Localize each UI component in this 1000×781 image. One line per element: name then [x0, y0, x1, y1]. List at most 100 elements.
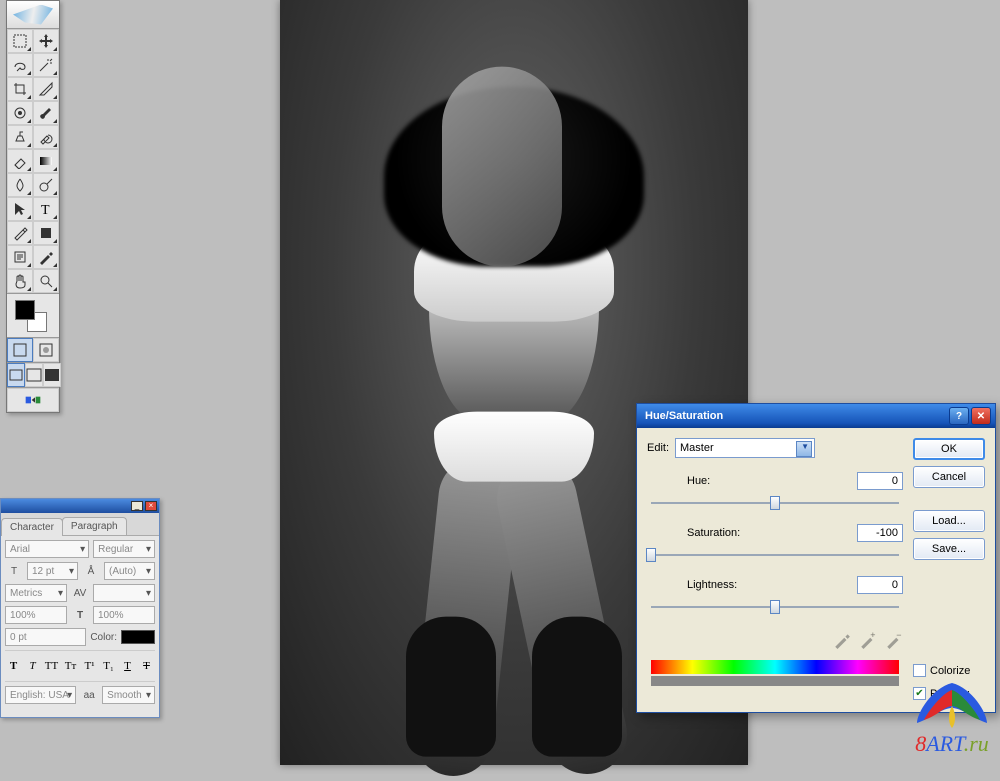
canvas-figure [364, 56, 664, 736]
faux-italic-button[interactable]: T [24, 657, 41, 675]
text-color-well[interactable] [121, 630, 155, 644]
character-titlebar[interactable]: _ × [1, 499, 159, 513]
color-swatches[interactable] [7, 293, 59, 337]
close-button[interactable]: × [145, 501, 157, 511]
dialog-close-button[interactable]: ✕ [971, 407, 991, 425]
pen-tool[interactable] [7, 221, 33, 245]
svg-text:T: T [41, 203, 50, 217]
standard-mode-button[interactable] [7, 338, 33, 362]
baseline-field[interactable]: 0 pt [5, 628, 86, 646]
save-button[interactable]: Save... [913, 538, 985, 560]
leading-icon: Å [82, 562, 100, 580]
jump-imageready-button[interactable] [7, 388, 59, 412]
hand-tool[interactable] [7, 269, 33, 293]
screenmode-full-menus-button[interactable] [25, 363, 43, 387]
font-family-select[interactable]: Arial [5, 540, 89, 558]
gradient-tool[interactable] [33, 149, 59, 173]
lightness-label: Lightness: [687, 579, 777, 591]
magic-wand-tool[interactable] [33, 53, 59, 77]
hscale-icon: T [71, 606, 89, 624]
app-feather-icon [13, 5, 53, 25]
tools-header[interactable] [7, 1, 59, 29]
shape-tool[interactable] [33, 221, 59, 245]
dodge-tool[interactable] [33, 173, 59, 197]
blur-tool[interactable] [7, 173, 33, 197]
language-select[interactable]: English: USA [5, 686, 76, 704]
minimize-button[interactable]: _ [131, 501, 143, 511]
move-tool[interactable] [33, 29, 59, 53]
tab-character[interactable]: Character [1, 518, 63, 536]
svg-text:−: − [896, 631, 901, 640]
character-panel: _ × Character Paragraph Arial Regular T … [0, 498, 160, 718]
aa-icon: aa [80, 686, 98, 704]
watermark-bird-icon [912, 678, 992, 728]
lightness-slider[interactable] [651, 598, 899, 616]
tools-palette: T [6, 0, 60, 413]
font-size-field[interactable]: 12 pt [27, 562, 78, 580]
allcaps-button[interactable]: TT [43, 657, 60, 675]
tracking-icon: AV [71, 584, 89, 602]
hscale-field[interactable]: 100% [93, 606, 155, 624]
watermark-text-1: 8 [915, 731, 926, 756]
color-label: Color: [90, 632, 117, 643]
lightness-input[interactable] [857, 576, 903, 594]
font-style-select[interactable]: Regular [93, 540, 155, 558]
quickmask-mode-button[interactable] [33, 338, 59, 362]
saturation-input[interactable] [857, 524, 903, 542]
colorize-label: Colorize [930, 665, 970, 677]
colorize-checkbox[interactable] [913, 664, 926, 677]
brush-tool[interactable] [33, 101, 59, 125]
watermark-text-3: .ru [964, 731, 989, 756]
dialog-title: Hue/Saturation [645, 410, 723, 422]
dialog-titlebar[interactable]: Hue/Saturation ? ✕ [637, 404, 995, 428]
watermark: 8ART.ru [912, 678, 992, 757]
type-tool[interactable]: T [33, 197, 59, 221]
eyedropper-minus-icon[interactable]: − [885, 631, 903, 649]
hue-slider[interactable] [651, 494, 899, 512]
strike-button[interactable]: T [138, 657, 155, 675]
marquee-rect-tool[interactable] [7, 29, 33, 53]
spectrum-strip-top [651, 660, 899, 674]
subscript-button[interactable]: T₁ [100, 657, 117, 675]
hue-input[interactable] [857, 472, 903, 490]
eyedropper-icon[interactable] [833, 631, 851, 649]
hue-saturation-dialog: Hue/Saturation ? ✕ Edit: Master Hue: [636, 403, 996, 713]
vscale-field[interactable]: 100% [5, 606, 67, 624]
spectrum-strip-bottom [651, 676, 899, 686]
superscript-button[interactable]: T¹ [81, 657, 98, 675]
history-brush-tool[interactable] [33, 125, 59, 149]
smallcaps-button[interactable]: Tᴛ [62, 657, 79, 675]
eraser-tool[interactable] [7, 149, 33, 173]
path-select-tool[interactable] [7, 197, 33, 221]
edit-channel-select[interactable]: Master [675, 438, 815, 458]
clone-stamp-tool[interactable] [7, 125, 33, 149]
eyedropper-plus-icon[interactable]: + [859, 631, 877, 649]
cancel-button[interactable]: Cancel [913, 466, 985, 488]
kerning-field[interactable]: Metrics [5, 584, 67, 602]
size-icon: T [5, 562, 23, 580]
watermark-text-2: ART [926, 731, 963, 756]
ok-button[interactable]: OK [913, 438, 985, 460]
underline-button[interactable]: T [119, 657, 136, 675]
saturation-slider[interactable] [651, 546, 899, 564]
load-button[interactable]: Load... [913, 510, 985, 532]
lasso-tool[interactable] [7, 53, 33, 77]
help-button[interactable]: ? [949, 407, 969, 425]
faux-bold-button[interactable]: T [5, 657, 22, 675]
screenmode-full-button[interactable] [43, 363, 61, 387]
spot-heal-tool[interactable] [7, 101, 33, 125]
hue-label: Hue: [687, 475, 777, 487]
eyedropper-tool[interactable] [33, 245, 59, 269]
notes-tool[interactable] [7, 245, 33, 269]
leading-field[interactable]: (Auto) [104, 562, 155, 580]
fg-color-swatch[interactable] [15, 300, 35, 320]
tab-paragraph[interactable]: Paragraph [62, 517, 127, 535]
type-style-buttons: T T TT Tᴛ T¹ T₁ T T [5, 657, 155, 675]
screenmode-standard-button[interactable] [7, 363, 25, 387]
antialias-select[interactable]: Smooth [102, 686, 155, 704]
zoom-tool[interactable] [33, 269, 59, 293]
edit-label: Edit: [647, 442, 669, 454]
tracking-field[interactable] [93, 584, 155, 602]
crop-tool[interactable] [7, 77, 33, 101]
slice-tool[interactable] [33, 77, 59, 101]
